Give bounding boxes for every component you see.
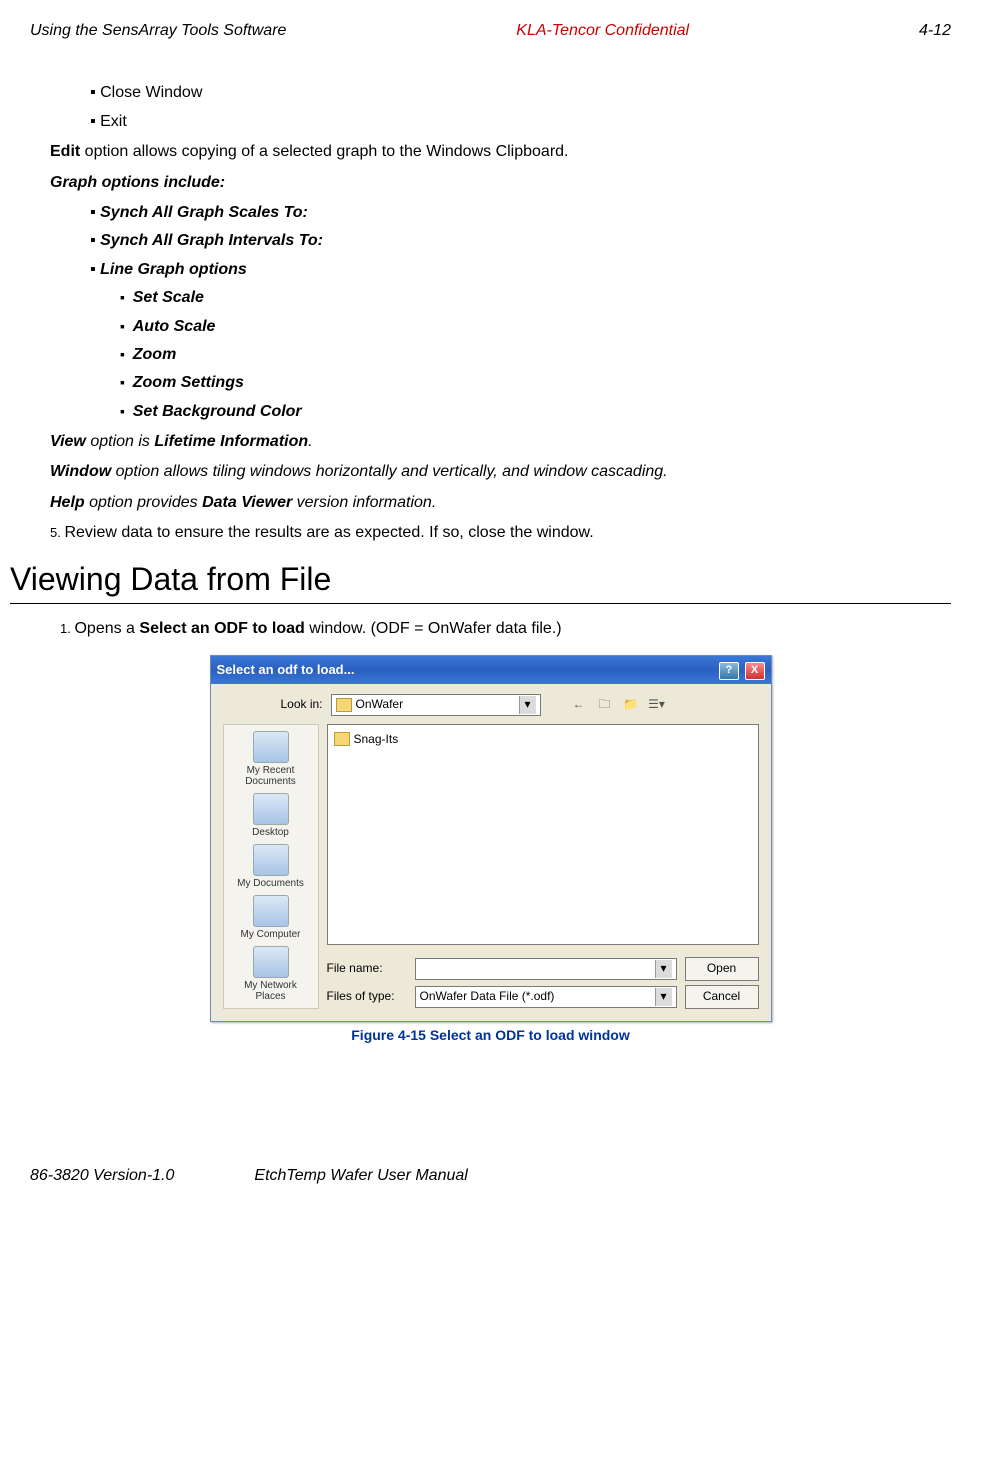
help-d: version information. xyxy=(292,494,436,511)
step1-c: window. (ODF = OnWafer data file.) xyxy=(305,620,562,637)
page-footer: 86-3820 Version-1.0 EtchTemp Wafer User … xyxy=(30,1165,951,1187)
up-one-level-icon[interactable]: 🗀 xyxy=(595,695,615,715)
bullet-auto-scale: Auto Scale xyxy=(120,316,951,338)
place-label: My Recent Documents xyxy=(245,765,296,787)
view-d: . xyxy=(308,433,312,450)
place-recent[interactable]: My Recent Documents xyxy=(231,731,311,787)
dialog-title: Select an odf to load... xyxy=(217,661,355,679)
look-in-value: OnWafer xyxy=(356,696,404,713)
view-c: Lifetime Information xyxy=(154,433,308,450)
header-right: 4-12 xyxy=(919,20,951,42)
footer-right: EtchTemp Wafer User Manual xyxy=(254,1165,467,1187)
file-item-label: Snag-Its xyxy=(354,731,399,748)
figure-caption: Figure 4-15 Select an ODF to load window xyxy=(30,1026,951,1046)
look-in-label: Look in: xyxy=(223,696,323,713)
help-a: Help xyxy=(50,494,85,511)
documents-icon xyxy=(253,844,289,876)
bullet-zoom-settings: Zoom Settings xyxy=(120,372,951,394)
chevron-down-icon[interactable]: ▾ xyxy=(655,960,672,978)
para-view: View option is Lifetime Information. xyxy=(50,431,951,453)
place-label: My Network Places xyxy=(244,980,297,1002)
chevron-down-icon[interactable]: ▾ xyxy=(519,696,536,714)
files-of-type-value: OnWafer Data File (*.odf) xyxy=(420,988,555,1005)
open-button[interactable]: Open xyxy=(685,957,759,981)
open-file-dialog: Select an odf to load... ? X Look in: On… xyxy=(210,655,772,1022)
place-label: Desktop xyxy=(252,827,289,838)
para-window: Window option allows tiling windows hori… xyxy=(50,461,951,483)
help-icon[interactable]: ? xyxy=(719,662,739,680)
section-heading: Viewing Data from File xyxy=(10,557,951,605)
place-desktop[interactable]: Desktop xyxy=(231,793,311,838)
bullet-line-graph: Line Graph options xyxy=(90,259,951,281)
step-1: 1. Opens a Select an ODF to load window.… xyxy=(60,618,951,640)
place-label: My Documents xyxy=(237,878,304,889)
views-icon[interactable]: ☰▾ xyxy=(647,695,667,715)
back-icon[interactable]: ← xyxy=(569,695,589,715)
place-mydocs[interactable]: My Documents xyxy=(231,844,311,889)
places-bar: My Recent Documents Desktop My Documents… xyxy=(223,724,319,1009)
para-edit: Edit option allows copying of a selected… xyxy=(50,141,951,163)
window-b: option allows tiling windows horizontall… xyxy=(111,463,667,480)
files-of-type-field[interactable]: OnWafer Data File (*.odf) ▾ xyxy=(415,986,677,1008)
bullet-synch-scales: Synch All Graph Scales To: xyxy=(90,202,951,224)
step1-a: Opens a xyxy=(74,620,139,637)
graph-options-heading: Graph options include: xyxy=(50,172,951,194)
close-icon[interactable]: X xyxy=(745,662,765,680)
bullet-set-scale: Set Scale xyxy=(120,287,951,309)
step5-text: Review data to ensure the results are as… xyxy=(64,524,593,541)
new-folder-icon[interactable]: 📁 xyxy=(621,695,641,715)
bullet-close-window: Close Window xyxy=(90,82,951,104)
page-header: Using the SensArray Tools Software KLA-T… xyxy=(30,20,951,42)
file-name-label: File name: xyxy=(327,960,407,977)
header-center: KLA-Tencor Confidential xyxy=(516,20,689,42)
files-of-type-label: Files of type: xyxy=(327,988,407,1005)
recent-documents-icon xyxy=(253,731,289,763)
para-help: Help option provides Data Viewer version… xyxy=(50,492,951,514)
file-name-field[interactable]: ▾ xyxy=(415,958,677,980)
edit-rest: option allows copying of a selected grap… xyxy=(80,143,568,160)
folder-icon xyxy=(336,698,352,712)
network-icon xyxy=(253,946,289,978)
bullet-exit: Exit xyxy=(90,111,951,133)
window-a: Window xyxy=(50,463,111,480)
step5-num: 5. xyxy=(50,525,64,540)
header-left: Using the SensArray Tools Software xyxy=(30,20,286,42)
bullet-set-bg: Set Background Color xyxy=(120,401,951,423)
look-in-combo[interactable]: OnWafer ▾ xyxy=(331,694,541,716)
dialog-titlebar: Select an odf to load... ? X xyxy=(211,656,771,684)
edit-bold: Edit xyxy=(50,143,80,160)
bullet-synch-intervals: Synch All Graph Intervals To: xyxy=(90,230,951,252)
chevron-down-icon[interactable]: ▾ xyxy=(655,988,672,1006)
list-item[interactable]: Snag-Its xyxy=(334,731,752,748)
folder-icon xyxy=(334,732,350,746)
file-list[interactable]: Snag-Its xyxy=(327,724,759,945)
footer-left: 86-3820 Version-1.0 xyxy=(30,1165,174,1187)
step1-num: 1. xyxy=(60,621,74,636)
computer-icon xyxy=(253,895,289,927)
place-mycomputer[interactable]: My Computer xyxy=(231,895,311,940)
cancel-button[interactable]: Cancel xyxy=(685,985,759,1009)
view-b: option is xyxy=(86,433,154,450)
help-b: option provides xyxy=(85,494,202,511)
view-a: View xyxy=(50,433,86,450)
help-c: Data Viewer xyxy=(202,494,292,511)
bullet-zoom: Zoom xyxy=(120,344,951,366)
place-label: My Computer xyxy=(240,929,300,940)
desktop-icon xyxy=(253,793,289,825)
step1-b: Select an ODF to load xyxy=(139,620,304,637)
step-5: 5. Review data to ensure the results are… xyxy=(50,522,951,544)
place-network[interactable]: My Network Places xyxy=(231,946,311,1002)
